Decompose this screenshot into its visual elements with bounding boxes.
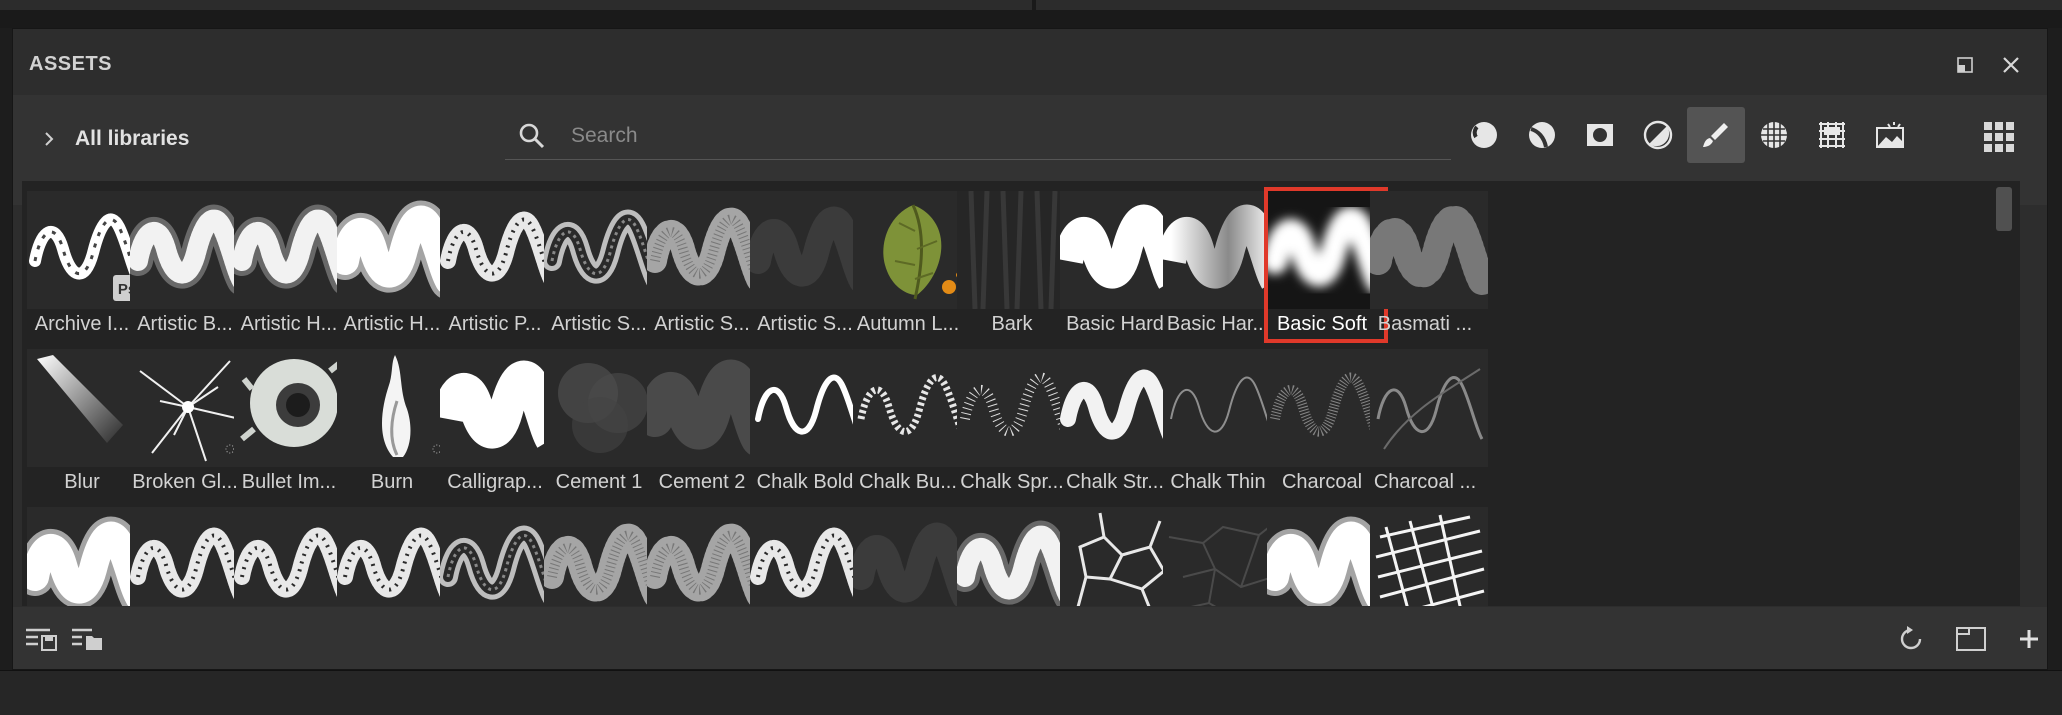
asset-thumbnail [1370, 507, 1488, 606]
bottom-window-strip [0, 670, 2062, 715]
asset-thumbnail [1370, 349, 1488, 467]
asset-thumbnail [1370, 191, 1488, 309]
hatch-block-thumbnail [1375, 514, 1485, 606]
filter-icon [1643, 120, 1673, 150]
search-icon [519, 123, 545, 149]
speckle-thumbnail [1370, 205, 1488, 295]
texture-icon [1819, 122, 1845, 148]
asset-grid: Ps Archive I... Artistic B... Artistic H...… [22, 181, 2020, 606]
material-sphere-icon [1471, 122, 1497, 148]
alpha-icon [1761, 122, 1787, 148]
export-library-icon [26, 628, 57, 651]
undock-icon [1957, 57, 1973, 73]
filter-texture-button[interactable] [1803, 107, 1861, 163]
import-folder-button[interactable] [69, 621, 105, 657]
filter-material-sphere-button[interactable] [1455, 107, 1513, 163]
search-input[interactable] [569, 123, 1433, 149]
chevron-right-icon [45, 132, 54, 146]
add-icon [2020, 630, 2038, 648]
close-button[interactable] [1997, 51, 2025, 79]
line-charcoal2-thumbnail [1376, 368, 1484, 450]
upper-pane-left [0, 0, 1032, 10]
filter-smart-material-button[interactable] [1513, 107, 1571, 163]
new-folder-icon [1956, 627, 1986, 651]
environment-icon [1876, 122, 1904, 148]
export-library-button[interactable] [23, 621, 59, 657]
assets-panel: ASSETS All libraries Search Ps Archive I… [12, 28, 2048, 670]
filter-brush-button[interactable] [1687, 107, 1745, 163]
smart-mask-icon [1587, 124, 1613, 146]
filter-filter-button[interactable] [1629, 107, 1687, 163]
undock-button[interactable] [1951, 51, 1979, 79]
upper-pane-right [1036, 0, 2062, 10]
library-selector[interactable]: All libraries [43, 121, 189, 157]
smart-material-icon [1529, 122, 1555, 148]
new-folder-button[interactable] [1953, 621, 1989, 657]
asset-tile[interactable]: Basmati ... [1357, 191, 1493, 347]
close-icon [2003, 57, 2019, 73]
library-selector-label: All libraries [75, 127, 190, 150]
asset-name: Basmati ... [1377, 313, 1473, 335]
refresh-icon [1900, 626, 1922, 650]
filter-environment-button[interactable] [1861, 107, 1919, 163]
grid-view-icon [1984, 122, 2014, 152]
asset-type-filters [1455, 107, 1919, 165]
panel-title: ASSETS [29, 53, 113, 75]
filter-alpha-button[interactable] [1745, 107, 1803, 163]
top-window-strip [0, 0, 2062, 28]
asset-tile[interactable]: Charcoal ... [1357, 349, 1493, 505]
asset-tile[interactable] [1357, 507, 1493, 606]
asset-name: Charcoal ... [1373, 471, 1477, 493]
brush-icon [1703, 123, 1728, 147]
panel-footer [13, 607, 2047, 669]
panel-header: ASSETS [13, 29, 2047, 95]
add-button[interactable] [2011, 621, 2047, 657]
refresh-button[interactable] [1893, 621, 1929, 657]
grid-scrollbar[interactable] [1996, 187, 2012, 599]
filter-smart-mask-button[interactable] [1571, 107, 1629, 163]
view-toggle-button[interactable] [1979, 117, 2019, 157]
import-folder-icon [72, 628, 102, 650]
scrollbar-thumb[interactable] [1996, 187, 2012, 231]
search-bar [505, 113, 1451, 160]
